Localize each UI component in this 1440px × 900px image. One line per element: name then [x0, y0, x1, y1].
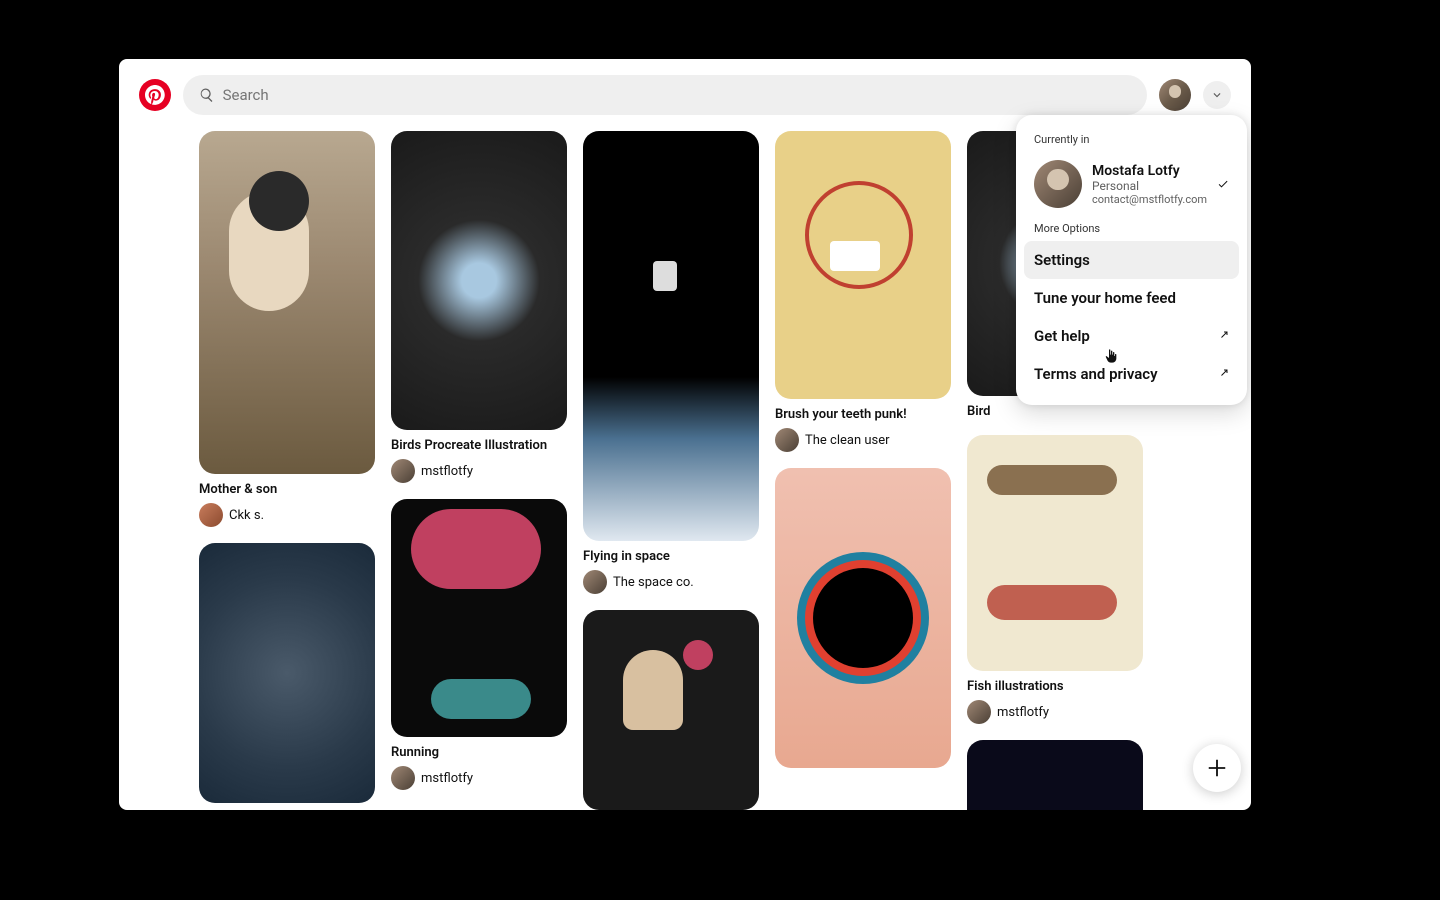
pin-image[interactable]: [199, 131, 375, 474]
pin-card[interactable]: Birds Procreate Illustration mstflotfy: [391, 131, 567, 483]
pin-title: Flying in space: [583, 549, 759, 564]
pinterest-icon: [145, 85, 165, 105]
account-name: Mostafa Lotfy: [1092, 163, 1207, 179]
pin-author[interactable]: The space co.: [583, 570, 759, 594]
profile-avatar[interactable]: [1159, 79, 1191, 111]
pin-author[interactable]: mstflotfy: [391, 459, 567, 483]
external-link-icon: [1217, 368, 1229, 380]
menu-item-label: Terms and privacy: [1034, 365, 1158, 383]
pin-image[interactable]: [391, 131, 567, 430]
chevron-down-icon: [1210, 88, 1224, 102]
account-dropdown: Currently in Mostafa Lotfy Personal cont…: [1016, 115, 1247, 405]
dropdown-section-current: Currently in: [1024, 127, 1239, 152]
menu-item-label: Tune your home feed: [1034, 289, 1176, 307]
pin-image[interactable]: [775, 131, 951, 399]
author-name: mstflotfy: [421, 464, 473, 479]
pin-title: Fish illustrations: [967, 679, 1143, 694]
menu-item-settings[interactable]: Settings: [1024, 241, 1239, 279]
pin-card[interactable]: Running mstflotfy: [391, 499, 567, 790]
pin-author[interactable]: The clean user: [775, 428, 951, 452]
author-avatar: [583, 570, 607, 594]
author-name: The clean user: [805, 433, 890, 448]
pin-title: Mother & son: [199, 482, 375, 497]
account-menu-button[interactable]: [1203, 81, 1231, 109]
author-name: mstflotfy: [997, 705, 1049, 720]
add-button[interactable]: [1193, 744, 1241, 792]
pin-card[interactable]: Mother & son Ckk s.: [199, 131, 375, 527]
pin-image[interactable]: [775, 468, 951, 768]
pin-author[interactable]: Ckk s.: [199, 503, 375, 527]
pin-title: Bird: [967, 404, 1143, 419]
account-type: Personal: [1092, 179, 1207, 193]
pin-author[interactable]: mstflotfy: [391, 766, 567, 790]
pinterest-logo[interactable]: [139, 79, 171, 111]
author-avatar: [199, 503, 223, 527]
author-name: Ckk s.: [229, 508, 264, 523]
menu-item-label: Get help: [1034, 327, 1090, 345]
account-email: contact@mstflotfy.com: [1092, 193, 1207, 206]
account-info: Mostafa Lotfy Personal contact@mstflotfy…: [1092, 163, 1207, 206]
menu-item-terms-privacy[interactable]: Terms and privacy: [1024, 355, 1239, 393]
pin-image[interactable]: [391, 499, 567, 737]
pin-image[interactable]: [583, 131, 759, 541]
author-avatar: [391, 766, 415, 790]
pin-title: Running: [391, 745, 567, 760]
external-link-icon: [1217, 330, 1229, 342]
menu-item-get-help[interactable]: Get help: [1024, 317, 1239, 355]
search-input[interactable]: [223, 86, 1131, 104]
pin-card[interactable]: [775, 468, 951, 768]
pin-card[interactable]: [967, 740, 1143, 810]
plus-icon: [1206, 757, 1228, 779]
check-icon: [1217, 177, 1229, 191]
pin-title: Brush your teeth punk!: [775, 407, 951, 422]
author-avatar: [391, 459, 415, 483]
menu-item-label: Settings: [1034, 251, 1090, 269]
pin-image[interactable]: [199, 543, 375, 803]
pin-card[interactable]: Brush your teeth punk! The clean user: [775, 131, 951, 452]
pin-card[interactable]: Fish illustrations mstflotfy: [967, 435, 1143, 724]
author-name: mstflotfy: [421, 771, 473, 786]
pin-card[interactable]: [199, 543, 375, 803]
pin-image[interactable]: [583, 610, 759, 810]
pin-card[interactable]: [583, 610, 759, 810]
pin-author[interactable]: mstflotfy: [967, 700, 1143, 724]
search-icon: [199, 87, 215, 103]
pin-card[interactable]: Flying in space The space co.: [583, 131, 759, 594]
pin-image[interactable]: [967, 740, 1143, 810]
menu-item-tune-home-feed[interactable]: Tune your home feed: [1024, 279, 1239, 317]
author-name: The space co.: [613, 575, 694, 590]
author-avatar: [775, 428, 799, 452]
account-avatar: [1034, 160, 1082, 208]
author-avatar: [967, 700, 991, 724]
search-bar[interactable]: [183, 75, 1147, 115]
dropdown-section-more: More Options: [1024, 216, 1239, 241]
app-window: Mother & son Ckk s. Birds Procreate Illu…: [119, 59, 1251, 810]
account-row[interactable]: Mostafa Lotfy Personal contact@mstflotfy…: [1024, 152, 1239, 216]
pin-title: Birds Procreate Illustration: [391, 438, 567, 453]
pin-image[interactable]: [967, 435, 1143, 671]
